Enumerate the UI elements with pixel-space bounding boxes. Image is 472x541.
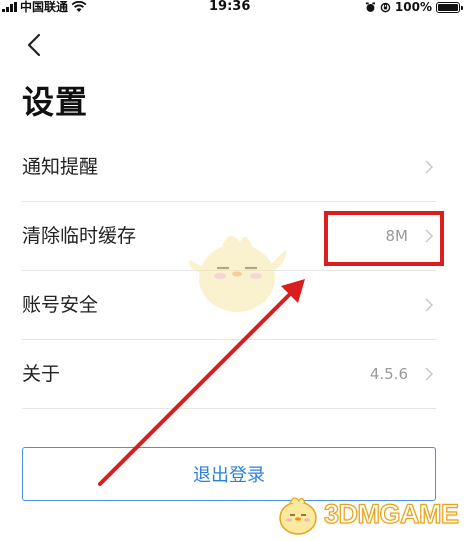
logout-button[interactable]: 退出登录 xyxy=(22,447,436,501)
settings-row-about[interactable]: 关于 4.5.6 xyxy=(22,340,436,409)
chevron-right-icon xyxy=(425,229,433,243)
version-value: 4.5.6 xyxy=(369,365,408,383)
status-bar: 中国联通 19:36 100% xyxy=(0,0,472,16)
chevron-right-icon xyxy=(425,367,433,381)
row-label: 账号安全 xyxy=(22,294,99,316)
cache-size-value: 8M xyxy=(385,227,409,245)
back-button[interactable] xyxy=(22,30,50,60)
signal-icon xyxy=(2,2,17,12)
row-label: 清除临时缓存 xyxy=(22,225,137,247)
page-title: 设置 xyxy=(22,83,89,121)
settings-row-notifications[interactable]: 通知提醒 xyxy=(22,133,436,202)
carrier-name: 中国联通 xyxy=(20,0,69,14)
brand-watermark-text: 3DMGAME xyxy=(323,498,459,529)
chevron-right-icon xyxy=(425,298,433,312)
row-label: 通知提醒 xyxy=(22,156,99,178)
status-time: 19:36 xyxy=(209,0,251,14)
settings-row-clear-cache[interactable]: 清除临时缓存 8M xyxy=(22,202,436,271)
alarm-icon xyxy=(365,1,376,12)
orientation-lock-icon xyxy=(380,2,391,12)
battery-percent: 100% xyxy=(394,0,432,14)
status-right: 100% xyxy=(365,0,463,14)
wifi-icon xyxy=(71,1,87,12)
chevron-left-icon xyxy=(27,33,41,57)
settings-row-account-security[interactable]: 账号安全 xyxy=(22,271,436,340)
row-label: 关于 xyxy=(22,363,61,385)
settings-screen: 中国联通 19:36 100% 设置 通知提醒 清除临时缓存 8M 账号安全 关… xyxy=(0,0,472,541)
battery-icon xyxy=(436,1,463,13)
chevron-right-icon xyxy=(425,160,433,174)
settings-list: 通知提醒 清除临时缓存 8M 账号安全 关于 4.5.6 xyxy=(22,133,436,409)
status-left: 中国联通 xyxy=(2,0,87,14)
